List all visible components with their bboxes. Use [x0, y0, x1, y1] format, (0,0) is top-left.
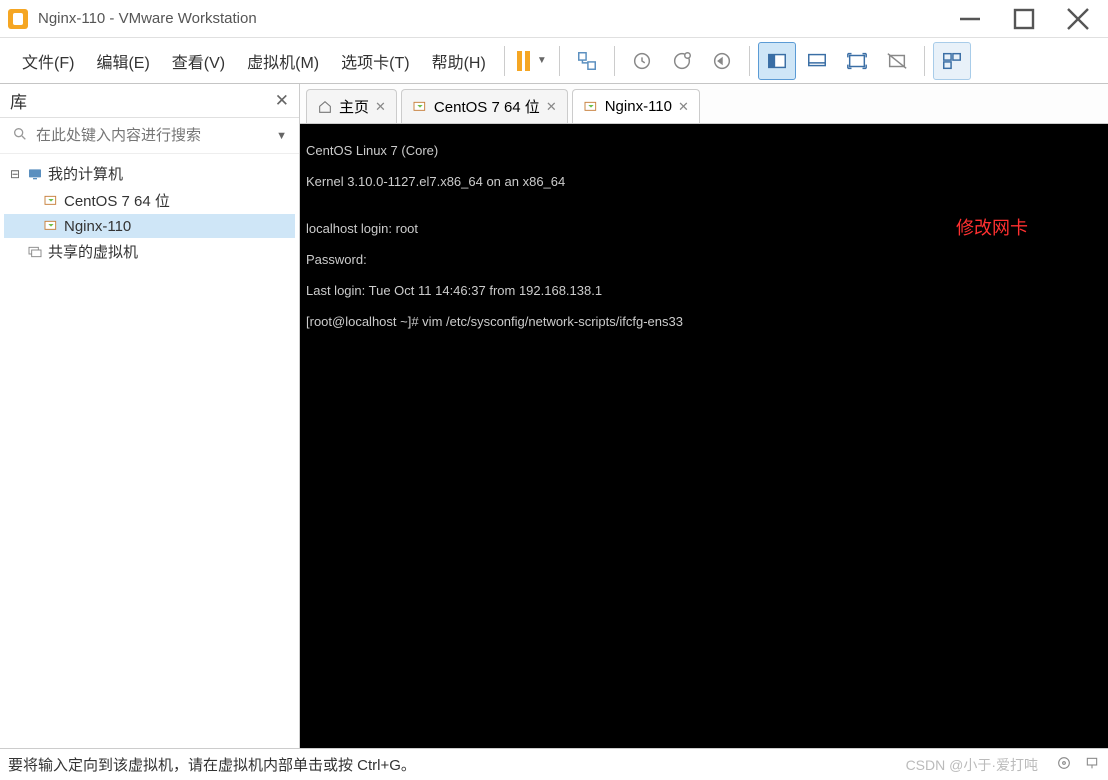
devices-button[interactable] — [568, 42, 606, 80]
separator — [749, 46, 750, 76]
menu-tabs[interactable]: 选项卡(T) — [331, 45, 419, 77]
separator — [924, 46, 925, 76]
tab-home[interactable]: 主页 ✕ — [306, 89, 397, 123]
tree-item-centos[interactable]: CentOS 7 64 位 — [4, 187, 295, 214]
statusbar: 要将输入定向到该虚拟机，请在虚拟机内部单击或按 Ctrl+G。 CSDN @小于… — [0, 748, 1108, 780]
menubar: 文件(F) 编辑(E) 查看(V) 虚拟机(M) 选项卡(T) 帮助(H) ▼ — [0, 38, 1108, 84]
tab-label: 主页 — [339, 96, 369, 117]
sidebar-header: 库 ✕ — [0, 84, 299, 118]
chevron-down-icon[interactable]: ▼ — [276, 130, 287, 142]
computer-icon — [26, 165, 44, 183]
maximize-button[interactable] — [1012, 7, 1036, 31]
tree-label: 共享的虚拟机 — [48, 241, 138, 262]
tree-label: Nginx-110 — [64, 218, 131, 235]
close-button[interactable] — [1066, 7, 1090, 31]
snapshot-manage-button[interactable] — [663, 42, 701, 80]
search-input[interactable] — [36, 127, 276, 144]
sidebar-search[interactable]: ▼ — [0, 118, 299, 154]
tree-label: 我的计算机 — [48, 163, 123, 184]
view-fullscreen-button[interactable] — [838, 42, 876, 80]
view-console-button[interactable] — [758, 42, 796, 80]
vm-icon — [42, 192, 60, 210]
tab-centos[interactable]: CentOS 7 64 位 ✕ — [401, 89, 568, 123]
menu-view[interactable]: 查看(V) — [162, 45, 235, 77]
shared-icon — [26, 243, 44, 261]
minimize-button[interactable] — [958, 7, 982, 31]
chevron-down-icon[interactable]: ▼ — [537, 55, 547, 66]
tree-shared-vms[interactable]: 共享的虚拟机 — [4, 238, 295, 265]
menu-help[interactable]: 帮助(H) — [422, 45, 496, 77]
menu-edit[interactable]: 编辑(E) — [86, 45, 159, 77]
terminal-line: CentOS Linux 7 (Core) — [306, 143, 1102, 159]
sidebar: 库 ✕ ▼ ⊟ 我的计算机 CentOS 7 64 位 Nginx-110 — [0, 84, 300, 748]
status-text: 要将输入定向到该虚拟机，请在虚拟机内部单击或按 Ctrl+G。 — [8, 754, 416, 775]
snapshot-button[interactable] — [623, 42, 661, 80]
app-icon — [8, 9, 28, 29]
tabstrip: 主页 ✕ CentOS 7 64 位 ✕ Nginx-110 ✕ — [300, 84, 1108, 124]
watermark: CSDN @小于·爱打吨 — [906, 755, 1038, 775]
titlebar: Nginx-110 - VMware Workstation — [0, 0, 1108, 38]
device-network-icon[interactable] — [1084, 755, 1100, 775]
pause-icon — [517, 51, 530, 71]
tree-item-nginx[interactable]: Nginx-110 — [4, 214, 295, 238]
annotation-text: 修改网卡 — [956, 214, 1028, 240]
separator — [614, 46, 615, 76]
collapse-icon[interactable]: ⊟ — [8, 167, 22, 181]
separator — [559, 46, 560, 76]
tab-nginx[interactable]: Nginx-110 ✕ — [572, 89, 700, 123]
terminal-line: Kernel 3.10.0-1127.el7.x86_64 on an x86_… — [306, 174, 1102, 190]
tree-root-mycomputer[interactable]: ⊟ 我的计算机 — [4, 160, 295, 187]
vm-icon — [412, 99, 428, 115]
tree-label: CentOS 7 64 位 — [64, 190, 170, 211]
tab-close-button[interactable]: ✕ — [678, 99, 689, 115]
content-area: 主页 ✕ CentOS 7 64 位 ✕ Nginx-110 ✕ CentOS … — [300, 84, 1108, 748]
view-library-button[interactable] — [933, 42, 971, 80]
device-disk-icon[interactable] — [1056, 755, 1072, 775]
library-tree: ⊟ 我的计算机 CentOS 7 64 位 Nginx-110 共享的虚拟机 — [0, 154, 299, 271]
tab-close-button[interactable]: ✕ — [546, 99, 557, 115]
sidebar-title: 库 — [10, 88, 27, 113]
menu-file[interactable]: 文件(F) — [12, 45, 84, 77]
tab-label: CentOS 7 64 位 — [434, 96, 540, 117]
terminal[interactable]: CentOS Linux 7 (Core) Kernel 3.10.0-1127… — [300, 124, 1108, 748]
search-icon — [12, 126, 28, 145]
tab-close-button[interactable]: ✕ — [375, 99, 386, 115]
menu-vm[interactable]: 虚拟机(M) — [237, 45, 329, 77]
vm-icon — [42, 217, 60, 235]
tab-label: Nginx-110 — [605, 98, 672, 115]
separator — [504, 46, 505, 76]
home-icon — [317, 99, 333, 115]
window-title: Nginx-110 - VMware Workstation — [38, 10, 257, 27]
terminal-line: Last login: Tue Oct 11 14:46:37 from 192… — [306, 283, 1102, 299]
view-unity-button[interactable] — [878, 42, 916, 80]
snapshot-revert-button[interactable] — [703, 42, 741, 80]
sidebar-close-button[interactable]: ✕ — [275, 91, 289, 111]
terminal-line: [root@localhost ~]# vim /etc/sysconfig/n… — [306, 314, 1102, 330]
vm-icon — [583, 99, 599, 115]
terminal-line: Password: — [306, 252, 1102, 268]
pause-button[interactable]: ▼ — [513, 42, 551, 80]
view-thumbnail-button[interactable] — [798, 42, 836, 80]
leaf-icon — [8, 245, 22, 259]
